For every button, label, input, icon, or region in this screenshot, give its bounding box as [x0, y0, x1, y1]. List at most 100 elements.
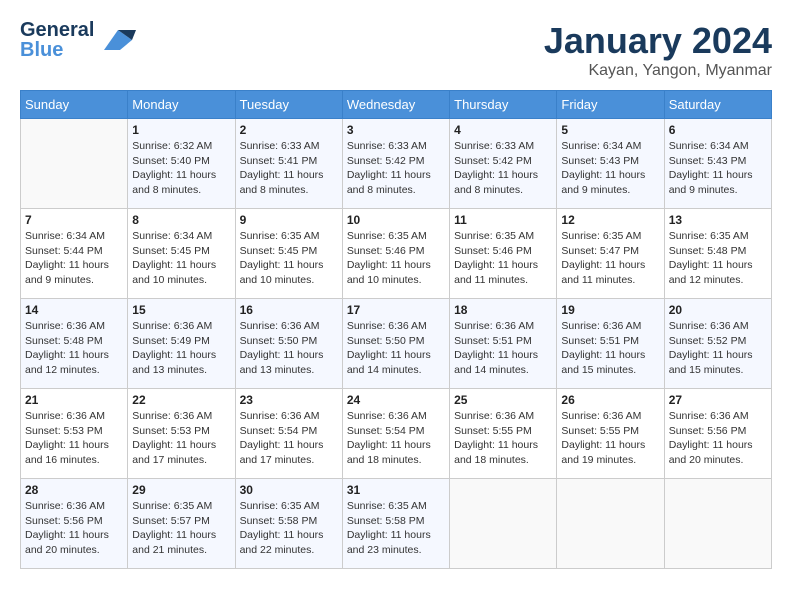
day-number: 7: [25, 213, 123, 227]
day-detail: Sunrise: 6:36 AMSunset: 5:55 PMDaylight:…: [561, 409, 659, 468]
calendar-cell: 16 Sunrise: 6:36 AMSunset: 5:50 PMDayligh…: [235, 299, 342, 389]
day-detail: Sunrise: 6:34 AMSunset: 5:44 PMDaylight:…: [25, 229, 123, 288]
day-detail: Sunrise: 6:36 AMSunset: 5:51 PMDaylight:…: [561, 319, 659, 378]
calendar-cell: 6 Sunrise: 6:34 AMSunset: 5:43 PMDaylight…: [664, 119, 771, 209]
calendar-cell: [557, 479, 664, 569]
day-number: 11: [454, 213, 552, 227]
calendar-cell: 28 Sunrise: 6:36 AMSunset: 5:56 PMDayligh…: [21, 479, 128, 569]
calendar-cell: 15 Sunrise: 6:36 AMSunset: 5:49 PMDayligh…: [128, 299, 235, 389]
weekday-header: Wednesday: [342, 91, 449, 119]
day-detail: Sunrise: 6:35 AMSunset: 5:46 PMDaylight:…: [454, 229, 552, 288]
weekday-header: Saturday: [664, 91, 771, 119]
calendar-table: SundayMondayTuesdayWednesdayThursdayFrid…: [20, 90, 772, 569]
day-detail: Sunrise: 6:36 AMSunset: 5:50 PMDaylight:…: [347, 319, 445, 378]
calendar-cell: 17 Sunrise: 6:36 AMSunset: 5:50 PMDayligh…: [342, 299, 449, 389]
weekday-header: Sunday: [21, 91, 128, 119]
day-number: 24: [347, 393, 445, 407]
day-detail: Sunrise: 6:36 AMSunset: 5:49 PMDaylight:…: [132, 319, 230, 378]
calendar-week-row: 21Sunrise: 6:36 AMSunset: 5:53 PMDayligh…: [21, 389, 772, 479]
day-detail: Sunrise: 6:34 AMSunset: 5:43 PMDaylight:…: [561, 139, 659, 198]
day-number: 10: [347, 213, 445, 227]
calendar-cell: [21, 119, 128, 209]
day-number: 8: [132, 213, 230, 227]
day-number: 31: [347, 483, 445, 497]
day-detail: Sunrise: 6:35 AMSunset: 5:47 PMDaylight:…: [561, 229, 659, 288]
location: Kayan, Yangon, Myanmar: [544, 62, 772, 80]
day-detail: Sunrise: 6:36 AMSunset: 5:53 PMDaylight:…: [25, 409, 123, 468]
day-detail: Sunrise: 6:33 AMSunset: 5:42 PMDaylight:…: [454, 139, 552, 198]
day-number: 4: [454, 123, 552, 137]
day-detail: Sunrise: 6:36 AMSunset: 5:56 PMDaylight:…: [25, 499, 123, 558]
calendar-week-row: 7 Sunrise: 6:34 AMSunset: 5:44 PMDaylight…: [21, 209, 772, 299]
day-number: 13: [669, 213, 767, 227]
calendar-cell: 2Sunrise: 6:33 AMSunset: 5:41 PMDaylight…: [235, 119, 342, 209]
day-number: 18: [454, 303, 552, 317]
calendar-cell: 24Sunrise: 6:36 AMSunset: 5:54 PMDayligh…: [342, 389, 449, 479]
day-number: 14: [25, 303, 123, 317]
day-detail: Sunrise: 6:36 AMSunset: 5:54 PMDaylight:…: [240, 409, 338, 468]
day-number: 30: [240, 483, 338, 497]
calendar-cell: 5 Sunrise: 6:34 AMSunset: 5:43 PMDaylight…: [557, 119, 664, 209]
calendar-week-row: 14 Sunrise: 6:36 AMSunset: 5:48 PMDayligh…: [21, 299, 772, 389]
calendar-week-row: 1 Sunrise: 6:32 AMSunset: 5:40 PMDaylight…: [21, 119, 772, 209]
logo-general: General: [20, 20, 94, 40]
day-detail: Sunrise: 6:36 AMSunset: 5:53 PMDaylight:…: [132, 409, 230, 468]
weekday-header: Friday: [557, 91, 664, 119]
day-number: 15: [132, 303, 230, 317]
day-number: 25: [454, 393, 552, 407]
calendar-cell: 18Sunrise: 6:36 AMSunset: 5:51 PMDayligh…: [450, 299, 557, 389]
day-number: 1: [132, 123, 230, 137]
day-detail: Sunrise: 6:36 AMSunset: 5:50 PMDaylight:…: [240, 319, 338, 378]
day-detail: Sunrise: 6:34 AMSunset: 5:43 PMDaylight:…: [669, 139, 767, 198]
day-detail: Sunrise: 6:35 AMSunset: 5:45 PMDaylight:…: [240, 229, 338, 288]
day-number: 19: [561, 303, 659, 317]
day-number: 20: [669, 303, 767, 317]
calendar-cell: 14 Sunrise: 6:36 AMSunset: 5:48 PMDayligh…: [21, 299, 128, 389]
weekday-header: Thursday: [450, 91, 557, 119]
logo: General Blue: [20, 20, 136, 60]
weekday-header: Monday: [128, 91, 235, 119]
day-number: 28: [25, 483, 123, 497]
day-detail: Sunrise: 6:32 AMSunset: 5:40 PMDaylight:…: [132, 139, 230, 198]
month-title: January 2024: [544, 20, 772, 62]
day-number: 12: [561, 213, 659, 227]
calendar-cell: [450, 479, 557, 569]
day-number: 16: [240, 303, 338, 317]
calendar-cell: 10 Sunrise: 6:35 AMSunset: 5:46 PMDayligh…: [342, 209, 449, 299]
day-number: 3: [347, 123, 445, 137]
calendar-cell: 1 Sunrise: 6:32 AMSunset: 5:40 PMDaylight…: [128, 119, 235, 209]
day-number: 5: [561, 123, 659, 137]
day-detail: Sunrise: 6:33 AMSunset: 5:42 PMDaylight:…: [347, 139, 445, 198]
calendar-header-row: SundayMondayTuesdayWednesdayThursdayFrid…: [21, 91, 772, 119]
title-block: January 2024 Kayan, Yangon, Myanmar: [544, 20, 772, 80]
day-detail: Sunrise: 6:36 AMSunset: 5:56 PMDaylight:…: [669, 409, 767, 468]
calendar-cell: 23 Sunrise: 6:36 AMSunset: 5:54 PMDayligh…: [235, 389, 342, 479]
calendar-cell: 27Sunrise: 6:36 AMSunset: 5:56 PMDayligh…: [664, 389, 771, 479]
calendar-cell: 22 Sunrise: 6:36 AMSunset: 5:53 PMDayligh…: [128, 389, 235, 479]
calendar-cell: 11 Sunrise: 6:35 AMSunset: 5:46 PMDayligh…: [450, 209, 557, 299]
day-number: 17: [347, 303, 445, 317]
calendar-cell: 21Sunrise: 6:36 AMSunset: 5:53 PMDayligh…: [21, 389, 128, 479]
calendar-cell: 19 Sunrise: 6:36 AMSunset: 5:51 PMDayligh…: [557, 299, 664, 389]
calendar-cell: 29 Sunrise: 6:35 AMSunset: 5:57 PMDayligh…: [128, 479, 235, 569]
day-number: 6: [669, 123, 767, 137]
calendar-cell: 30 Sunrise: 6:35 AMSunset: 5:58 PMDayligh…: [235, 479, 342, 569]
calendar-cell: 8Sunrise: 6:34 AMSunset: 5:45 PMDaylight…: [128, 209, 235, 299]
calendar-cell: 9Sunrise: 6:35 AMSunset: 5:45 PMDaylight…: [235, 209, 342, 299]
calendar-cell: 26 Sunrise: 6:36 AMSunset: 5:55 PMDayligh…: [557, 389, 664, 479]
day-number: 29: [132, 483, 230, 497]
day-detail: Sunrise: 6:35 AMSunset: 5:58 PMDaylight:…: [240, 499, 338, 558]
calendar-cell: 7 Sunrise: 6:34 AMSunset: 5:44 PMDaylight…: [21, 209, 128, 299]
page-header: General Blue January 2024 Kayan, Yangon,…: [20, 20, 772, 80]
day-number: 26: [561, 393, 659, 407]
day-detail: Sunrise: 6:36 AMSunset: 5:48 PMDaylight:…: [25, 319, 123, 378]
day-detail: Sunrise: 6:35 AMSunset: 5:57 PMDaylight:…: [132, 499, 230, 558]
day-detail: Sunrise: 6:35 AMSunset: 5:46 PMDaylight:…: [347, 229, 445, 288]
day-number: 22: [132, 393, 230, 407]
calendar-cell: [664, 479, 771, 569]
calendar-cell: 12 Sunrise: 6:35 AMSunset: 5:47 PMDayligh…: [557, 209, 664, 299]
calendar-cell: 4 Sunrise: 6:33 AMSunset: 5:42 PMDaylight…: [450, 119, 557, 209]
day-number: 2: [240, 123, 338, 137]
calendar-cell: 31Sunrise: 6:35 AMSunset: 5:58 PMDayligh…: [342, 479, 449, 569]
day-number: 23: [240, 393, 338, 407]
